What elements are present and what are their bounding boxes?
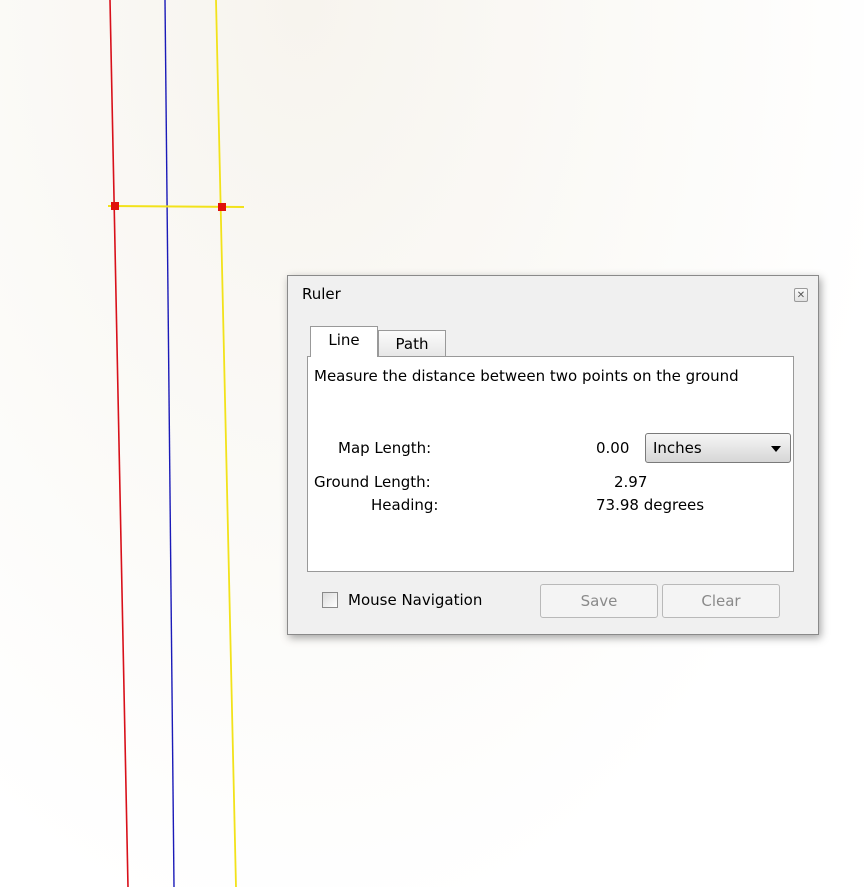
unit-select-value: Inches (653, 439, 702, 457)
ruler-start-marker[interactable] (111, 202, 119, 210)
heading-label: Heading: (371, 496, 439, 514)
ruler-end-marker[interactable] (218, 203, 226, 211)
yellow-boundary-line (215, 0, 237, 887)
ground-length-value: 2.97 (614, 473, 648, 491)
ground-length-label: Ground Length: (314, 473, 431, 491)
chevron-down-icon (771, 446, 781, 452)
tab-line[interactable]: Line (310, 326, 378, 357)
heading-value: 73.98 degrees (596, 496, 705, 514)
save-button[interactable]: Save (540, 584, 658, 618)
line-tab-panel: Measure the distance between two points … (307, 356, 794, 572)
mouse-navigation-label[interactable]: Mouse Navigation (348, 591, 482, 609)
map-length-label: Map Length: (338, 439, 432, 457)
close-icon[interactable]: ✕ (794, 288, 808, 302)
map-length-value: 0.00 (596, 439, 630, 457)
blue-boundary-line (164, 0, 175, 887)
ruler-dialog: Ruler ✕ Line Path Measure the distance b… (287, 275, 819, 635)
dialog-titlebar[interactable]: Ruler ✕ (288, 276, 818, 310)
dialog-title: Ruler (302, 285, 341, 303)
clear-button[interactable]: Clear (662, 584, 780, 618)
unit-select[interactable]: Inches (645, 433, 791, 463)
mouse-navigation-checkbox[interactable] (322, 592, 338, 608)
ruler-description: Measure the distance between two points … (314, 367, 739, 385)
tab-path[interactable]: Path (378, 330, 446, 358)
red-boundary-line (109, 0, 129, 887)
